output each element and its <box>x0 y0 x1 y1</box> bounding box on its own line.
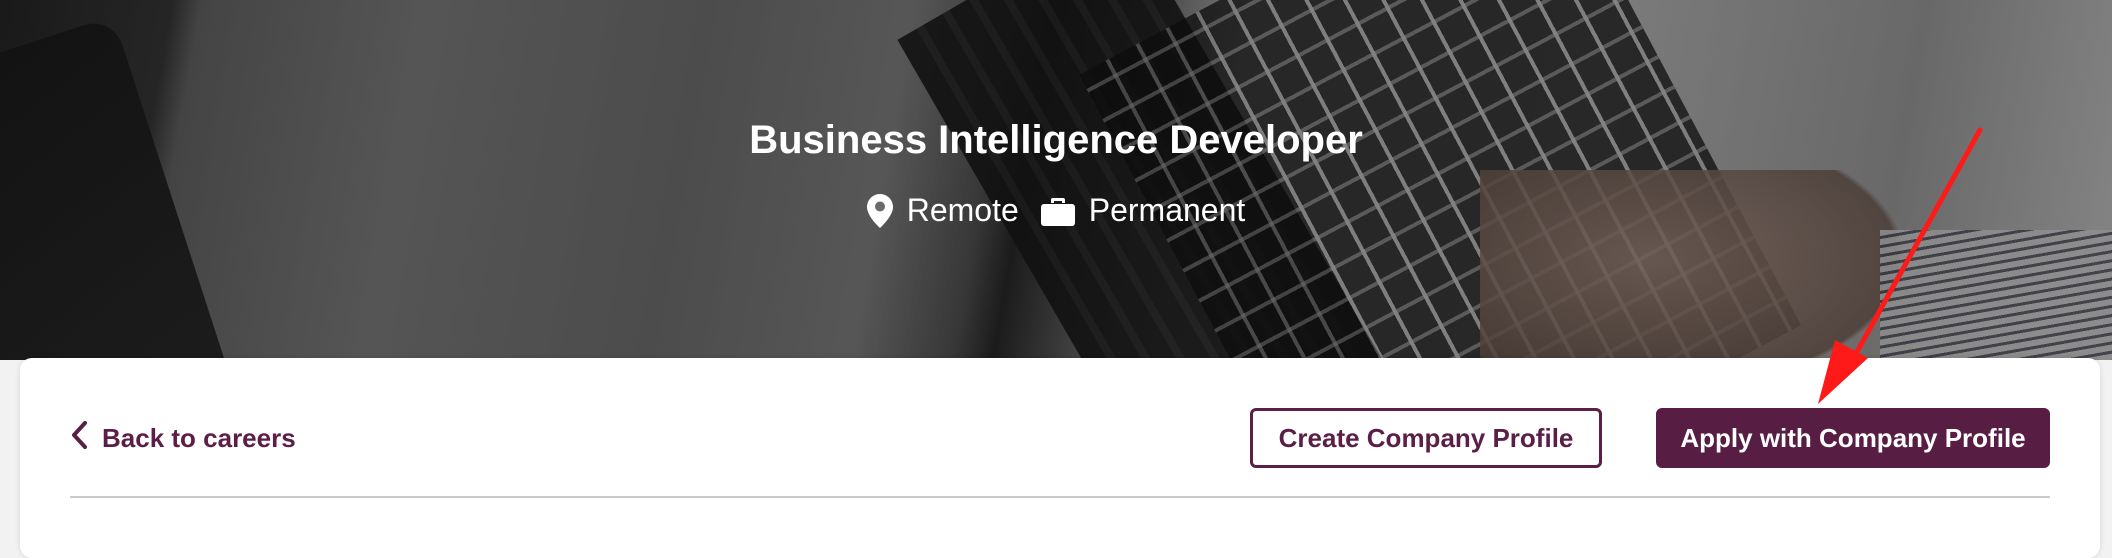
job-employment-type: Permanent <box>1040 192 1246 229</box>
hero-dark-overlay <box>0 0 2112 360</box>
back-to-careers-label: Back to careers <box>102 423 296 453</box>
chevron-left-icon <box>70 420 88 457</box>
job-employment-type-label: Permanent <box>1088 192 1246 228</box>
create-company-profile-button[interactable]: Create Company Profile <box>1250 408 1602 468</box>
map-pin-icon <box>866 193 893 228</box>
job-title: Business Intelligence Developer <box>749 118 1363 162</box>
job-meta: Remote Permanent <box>0 192 2112 229</box>
card-divider <box>70 496 2050 498</box>
briefcase-icon <box>1040 196 1075 226</box>
job-location: Remote <box>866 192 1019 229</box>
back-to-careers-link[interactable]: Back to careers <box>70 420 296 457</box>
apply-with-company-profile-button[interactable]: Apply with Company Profile <box>1656 408 2050 468</box>
hero-banner <box>0 0 2112 360</box>
job-location-label: Remote <box>906 192 1019 228</box>
job-action-card: Back to careers Create Company Profile A… <box>20 358 2100 558</box>
